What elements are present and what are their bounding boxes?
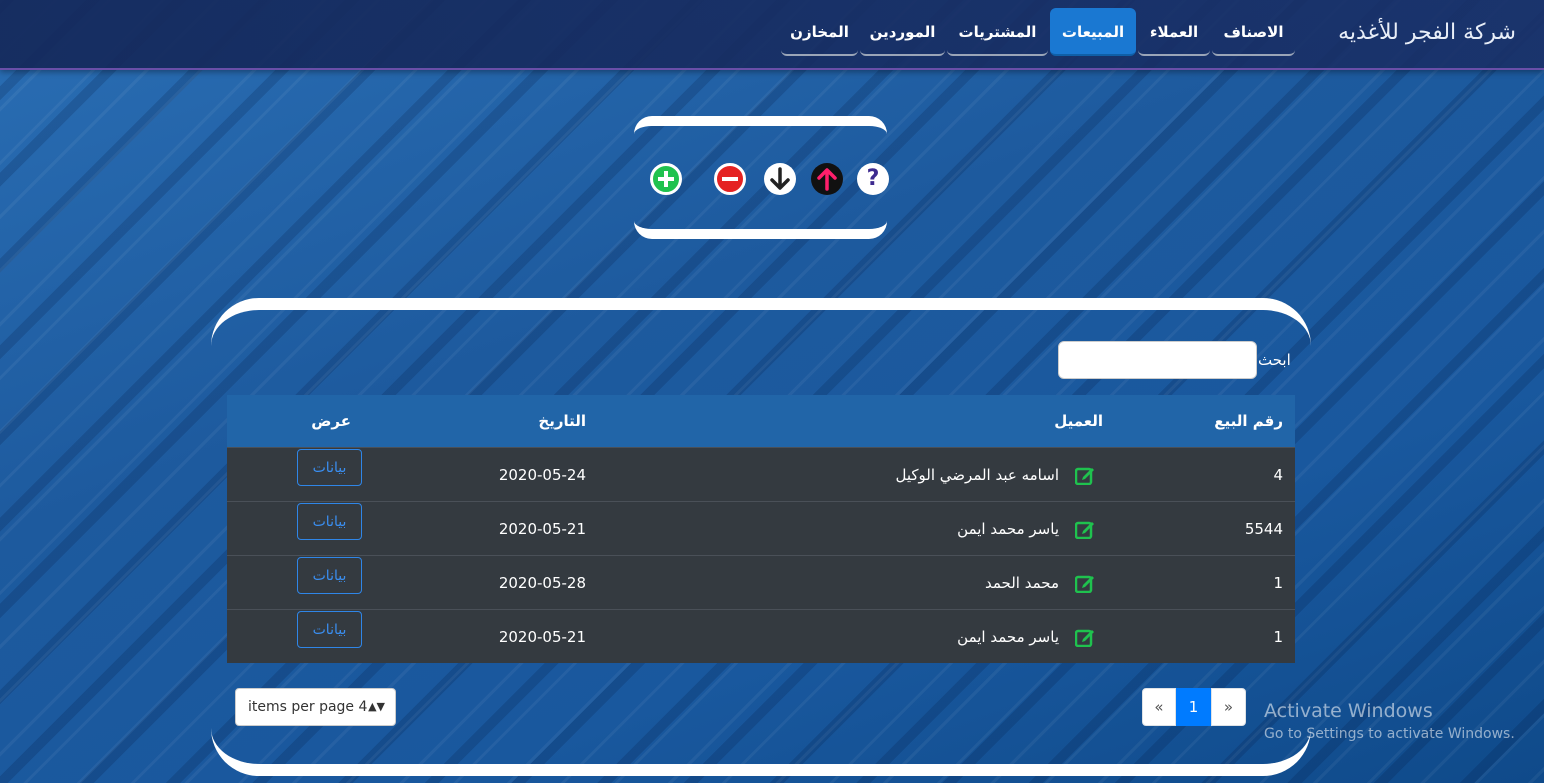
sale-number: 5544: [1244, 520, 1283, 538]
sale-date: 2020-05-21: [498, 520, 586, 538]
add-icon[interactable]: [650, 163, 682, 195]
customer-name: محمد الحمد: [985, 574, 1059, 592]
search-label: ابحث: [1258, 351, 1291, 369]
sales-table: رقم البيع العميل التاريخ عرض 4 اسامه عبد…: [227, 395, 1295, 663]
nav-item-suppliers[interactable]: الموردين: [860, 8, 945, 56]
edit-icon[interactable]: [1075, 465, 1095, 485]
view-details-button[interactable]: بيانات: [297, 449, 362, 486]
table-row: 1 محمد الحمد 2020-05-28 بيانات: [227, 555, 1295, 609]
upload-icon[interactable]: [811, 163, 843, 195]
nav-item-customers[interactable]: العملاء: [1138, 8, 1210, 56]
view-details-button[interactable]: بيانات: [297, 557, 362, 594]
sale-date: 2020-05-28: [498, 574, 586, 592]
table-row: 5544 ياسر محمد ايمن 2020-05-21 بيانات: [227, 501, 1295, 555]
edit-icon[interactable]: [1075, 627, 1095, 647]
view-details-button[interactable]: بيانات: [297, 503, 362, 540]
table-header: رقم البيع العميل التاريخ عرض: [227, 395, 1295, 447]
header-view: عرض: [311, 412, 351, 430]
customer-name: اسامه عبد المرضي الوكيل: [895, 466, 1059, 484]
pagination-page-1[interactable]: 1: [1176, 688, 1211, 726]
sale-number: 1: [1273, 628, 1283, 646]
nav-item-categories[interactable]: الاصناف: [1212, 8, 1295, 56]
pagination-prev[interactable]: «: [1142, 688, 1176, 726]
table-row: 4 اسامه عبد المرضي الوكيل 2020-05-24 بيا…: [227, 447, 1295, 501]
header-sale-number[interactable]: رقم البيع: [1214, 395, 1283, 447]
activation-watermark-title: Activate Windows: [1264, 700, 1433, 722]
header-customer[interactable]: العميل: [1054, 395, 1103, 447]
customer-name: ياسر محمد ايمن: [957, 628, 1059, 646]
download-icon[interactable]: [764, 163, 796, 195]
sale-number: 1: [1273, 574, 1283, 592]
search-input[interactable]: [1058, 341, 1257, 379]
nav-item-purchases[interactable]: المشتريات: [947, 8, 1048, 56]
activation-watermark-subtitle: Go to Settings to activate Windows.: [1264, 726, 1515, 742]
remove-icon[interactable]: [714, 163, 746, 195]
sort-caret-icon: ▲▼: [368, 700, 385, 713]
view-details-button[interactable]: بيانات: [297, 611, 362, 648]
items-per-page-value: items per page 4: [248, 699, 368, 715]
help-icon[interactable]: ?: [857, 163, 889, 195]
table-row: 1 ياسر محمد ايمن 2020-05-21 بيانات: [227, 609, 1295, 663]
pagination-next[interactable]: »: [1211, 688, 1246, 726]
top-navbar: شركة الفجر للأغذيه الاصناف العملاء المبي…: [0, 0, 1544, 70]
edit-icon[interactable]: [1075, 573, 1095, 593]
sale-date: 2020-05-21: [498, 628, 586, 646]
nav-item-sales[interactable]: المبيعات: [1050, 8, 1136, 56]
brand-title[interactable]: شركة الفجر للأغذيه: [1338, 20, 1516, 45]
header-date[interactable]: التاريخ: [538, 395, 586, 447]
items-per-page-select[interactable]: items per page 4 ▲▼: [235, 688, 396, 726]
sale-date: 2020-05-24: [498, 466, 586, 484]
edit-icon[interactable]: [1075, 519, 1095, 539]
customer-name: ياسر محمد ايمن: [957, 520, 1059, 538]
sale-number: 4: [1273, 466, 1283, 484]
nav-item-stores[interactable]: المخازن: [781, 8, 858, 56]
